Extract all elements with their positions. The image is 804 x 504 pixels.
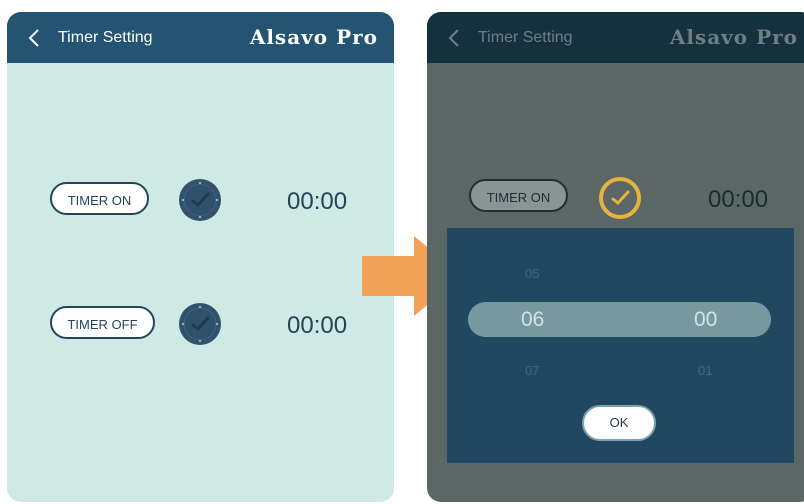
- hour-option[interactable]: 07: [525, 363, 539, 378]
- time-picker: 05 06 00 07 01 OK: [447, 228, 794, 463]
- brand-logo: Alsavo Pro: [249, 25, 378, 49]
- header-bar: Timer Setting Alsavo Pro: [427, 12, 804, 63]
- picker-selection-bar: [468, 302, 771, 337]
- minute-option[interactable]: 01: [698, 363, 712, 378]
- timer-off-time[interactable]: 00:00: [287, 312, 347, 340]
- minute-selected[interactable]: 00: [694, 308, 717, 332]
- timer-on-time[interactable]: 00:00: [708, 186, 768, 214]
- page-title: Timer Setting: [58, 29, 153, 46]
- hour-selected[interactable]: 06: [521, 308, 544, 332]
- timer-on-button[interactable]: TIMER ON: [469, 179, 568, 212]
- chevron-left-icon[interactable]: [27, 28, 41, 48]
- page-title: Timer Setting: [478, 29, 573, 46]
- timer-setting-screen: Timer Setting Alsavo Pro TIMER ON 00:00 …: [7, 12, 394, 502]
- brand-logo: Alsavo Pro: [669, 25, 798, 49]
- clock-icon[interactable]: [178, 178, 222, 222]
- timer-off-button[interactable]: TIMER OFF: [50, 306, 155, 339]
- hour-option[interactable]: 05: [525, 266, 539, 281]
- timer-on-time[interactable]: 00:00: [287, 188, 347, 216]
- ok-button[interactable]: OK: [582, 405, 656, 441]
- clock-icon[interactable]: [598, 176, 642, 220]
- timer-picker-screen: Timer Setting Alsavo Pro TIMER ON 00:00 …: [427, 12, 804, 502]
- chevron-left-icon[interactable]: [447, 28, 461, 48]
- timer-on-button[interactable]: TIMER ON: [50, 182, 149, 215]
- header-bar: Timer Setting Alsavo Pro: [7, 12, 394, 63]
- clock-icon[interactable]: [178, 302, 222, 346]
